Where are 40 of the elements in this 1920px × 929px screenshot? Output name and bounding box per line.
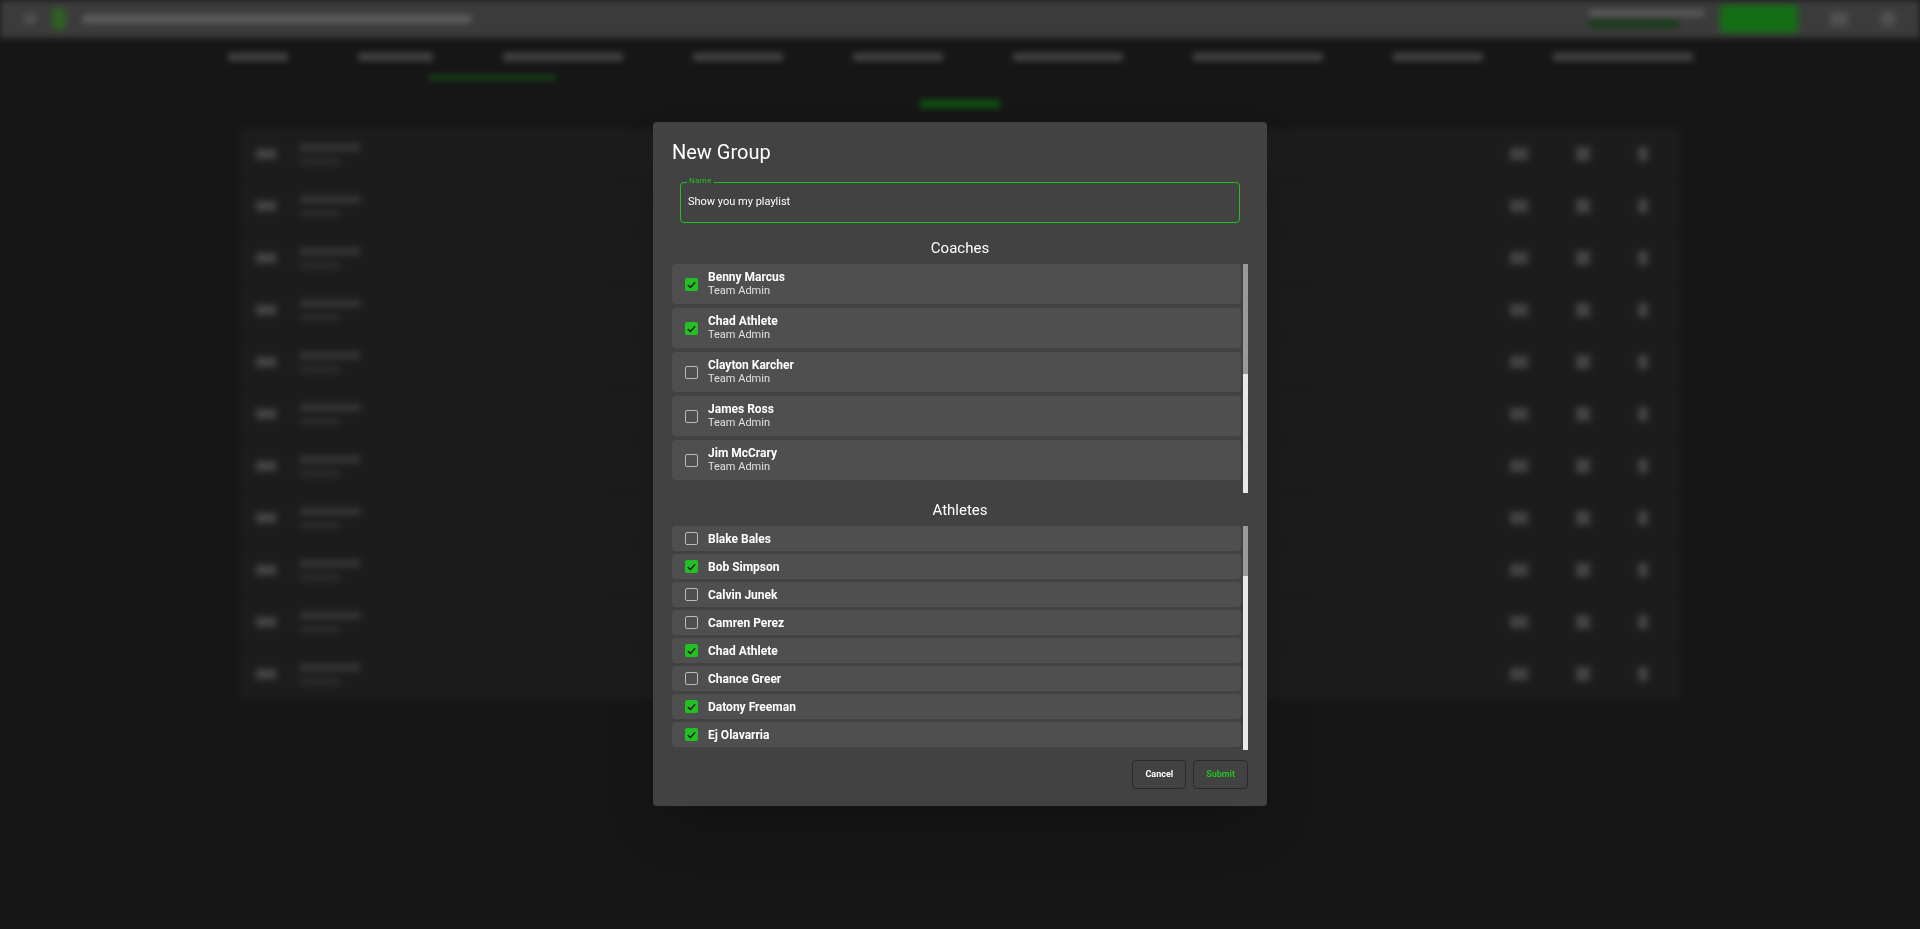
checkbox[interactable] [685,409,698,423]
checkbox[interactable] [685,365,698,379]
submit-button[interactable]: Submit [1193,760,1248,789]
member-name: James Ross [708,402,774,416]
checkbox[interactable] [685,532,698,545]
scrollbar[interactable] [1243,264,1248,493]
name-input[interactable]: Show you my playlist [688,194,1232,211]
member-name: Camren Perez [708,615,785,630]
member-name: Blake Bales [708,531,771,546]
dialog-title: New Group [672,140,772,164]
checkbox[interactable] [685,560,698,573]
member-name: Jim McCrary [708,446,778,460]
member-role: Team Admin [708,416,771,430]
checkbox[interactable] [685,700,698,713]
checkbox[interactable] [685,277,698,291]
member-name: Ej Olavarria [708,727,770,742]
checkbox[interactable] [685,321,698,335]
member-role: Team Admin [708,328,771,342]
member-name: Chad Athlete [708,314,778,328]
checkbox[interactable] [685,616,698,629]
checkbox[interactable] [685,453,698,467]
member-name: Benny Marcus [708,270,785,284]
checkbox[interactable] [685,588,698,601]
member-role: Team Admin [708,372,771,386]
checkbox[interactable] [685,728,698,741]
member-name: Chad Athlete [708,643,778,658]
member-name: Clayton Karcher [708,358,794,372]
member-role: Team Admin [708,460,771,474]
member-name: Bob Simpson [708,559,780,574]
field-label: Name [687,176,714,186]
member-name: Datony Freeman [708,699,796,714]
checkbox[interactable] [685,672,698,685]
member-name: Calvin Junek [708,587,778,602]
cancel-button[interactable]: Cancel [1132,760,1187,789]
member-name: Chance Greer [708,671,782,686]
section-heading: Coaches [929,239,991,257]
member-role: Team Admin [708,284,771,298]
scrollbar[interactable] [1243,526,1248,750]
checkbox[interactable] [685,644,698,657]
section-heading: Athletes [931,501,989,519]
